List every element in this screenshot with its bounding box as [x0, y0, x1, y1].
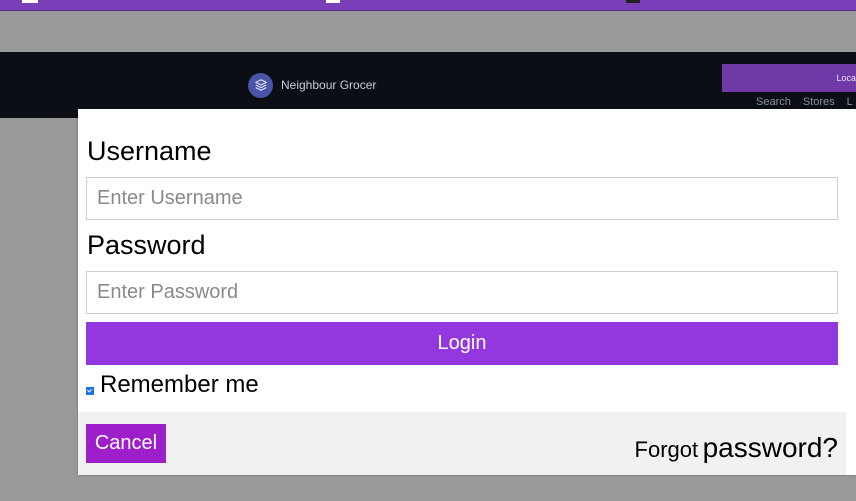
- layers-icon: [248, 72, 273, 98]
- cancel-button[interactable]: Cancel: [86, 424, 166, 463]
- top-bar-icon: [326, 0, 340, 3]
- forgot-password-link[interactable]: Forgot password?: [635, 434, 838, 462]
- nav-link-more[interactable]: L: [847, 96, 853, 108]
- brand-name: Neighbour Grocer: [281, 78, 377, 92]
- nav-link-search[interactable]: Search: [756, 96, 791, 108]
- modal-footer: Cancel Forgot password?: [78, 412, 846, 475]
- top-bar-icon: [22, 0, 38, 3]
- overlay-strip: [0, 11, 856, 52]
- password-label: Password: [87, 230, 206, 260]
- remember-me-checkbox[interactable]: [86, 387, 94, 395]
- login-modal: Username Password Login Remember me Canc…: [78, 109, 856, 475]
- nav-links: Search Stores L: [756, 96, 853, 108]
- top-bar-icon: [626, 0, 640, 3]
- locate-button[interactable]: Loca: [722, 64, 856, 92]
- brand[interactable]: Neighbour Grocer: [248, 72, 376, 98]
- password-input[interactable]: [86, 271, 838, 314]
- remember-me[interactable]: Remember me: [86, 373, 259, 397]
- browser-top-bar: [0, 0, 856, 11]
- password-word: password?: [702, 432, 838, 463]
- username-label: Username: [87, 136, 212, 166]
- remember-me-label: Remember me: [100, 371, 259, 398]
- forgot-word: Forgot: [634, 437, 699, 462]
- login-button[interactable]: Login: [86, 322, 838, 365]
- nav-link-stores[interactable]: Stores: [803, 96, 835, 108]
- username-input[interactable]: [86, 177, 838, 220]
